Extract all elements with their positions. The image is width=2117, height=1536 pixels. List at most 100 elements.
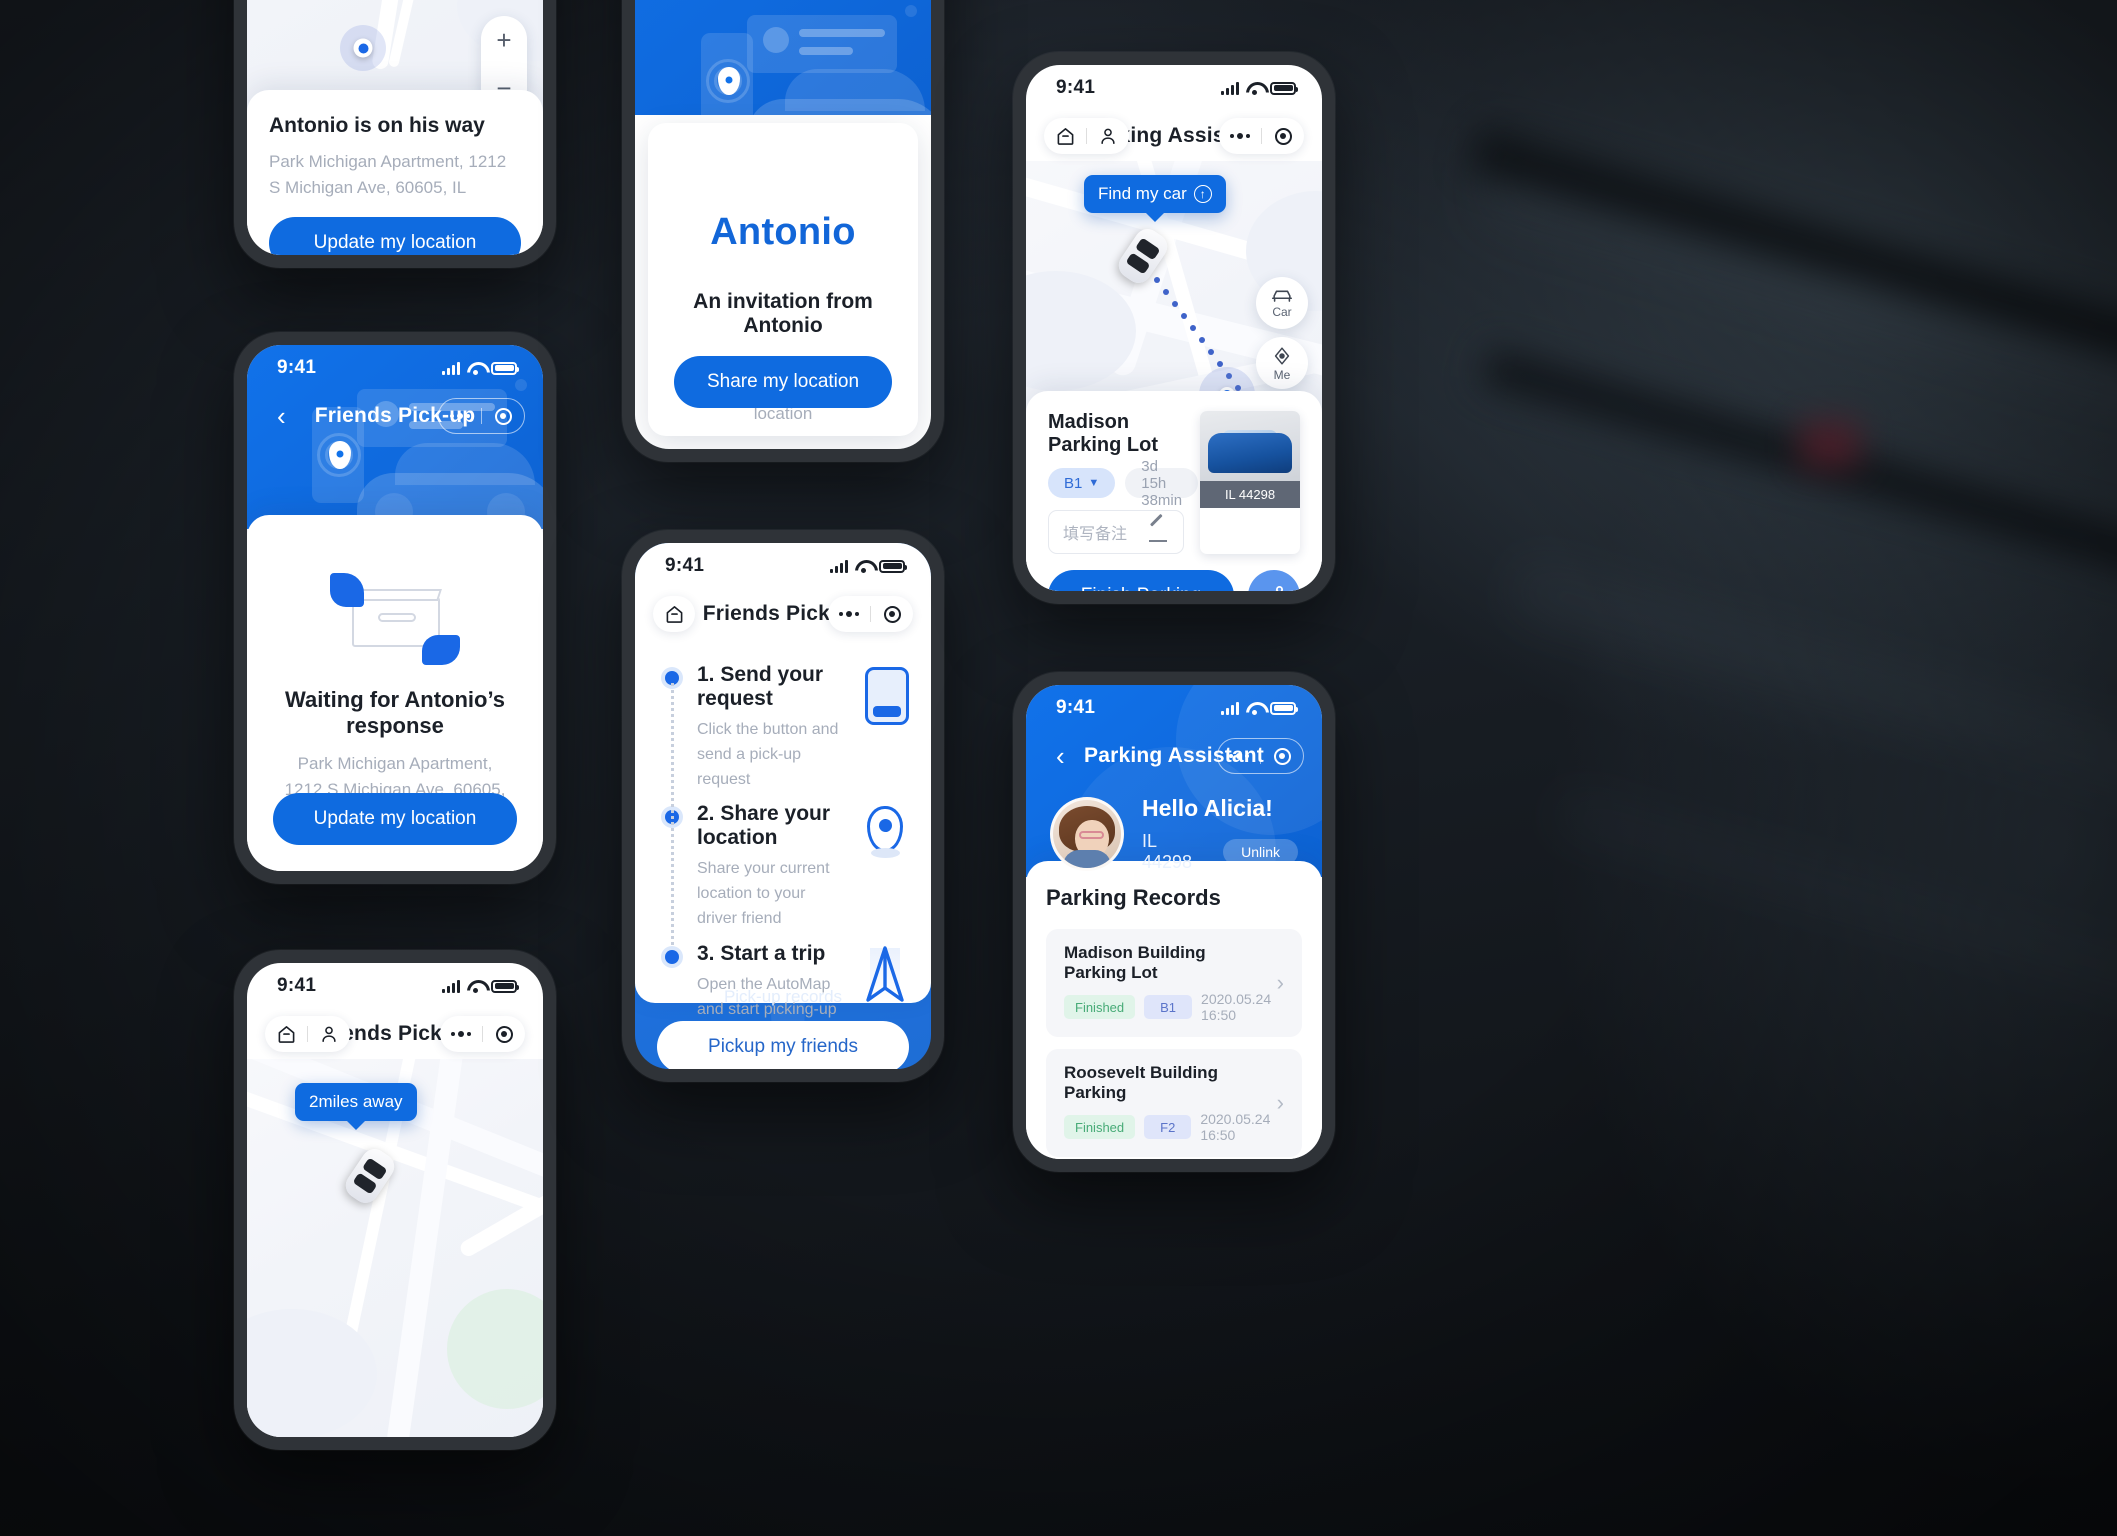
back-icon[interactable]: ‹	[1044, 743, 1077, 769]
home-button[interactable]	[265, 1025, 307, 1043]
nav-left-actions[interactable]	[265, 1016, 350, 1052]
steps-card: 9:41 Friends Pick-up 1. Send your reques…	[635, 543, 931, 1067]
parking-detail-sheet: Madison Parking Lot B1 ▼ 3d 15h 38min 填写…	[1026, 391, 1322, 591]
status-bar: 9:41	[247, 345, 543, 391]
pickup-my-friends-button[interactable]: Pickup my friends	[657, 1021, 909, 1069]
distance-bubble: 2miles away	[295, 1083, 417, 1121]
waiting-card: Waiting for Antonio’s response Park Mich…	[247, 515, 543, 871]
profile-button[interactable]	[308, 1025, 350, 1043]
record-status: Finished	[1064, 1115, 1136, 1139]
more-options-button[interactable]	[1219, 133, 1261, 139]
profile-button[interactable]	[1087, 127, 1129, 145]
location-pin-icon	[861, 806, 909, 868]
update-my-location-button[interactable]: Update my location	[269, 217, 521, 255]
more-dots-icon	[1230, 133, 1250, 139]
phone-tracking: + − Antonio is on his way Park Michigan …	[234, 0, 556, 268]
tracking-title: Antonio is on his way	[269, 114, 485, 137]
recenter-button[interactable]	[482, 407, 524, 425]
target-icon	[883, 605, 901, 623]
status-time: 9:41	[277, 975, 317, 996]
target-icon	[494, 407, 512, 425]
nav-left-actions[interactable]	[1044, 118, 1129, 154]
hero-illustration-waiting: 9:41 ‹ Friends Pick-up	[247, 345, 543, 529]
status-bar: 9:41	[635, 543, 931, 589]
step-description: Click the button and send a pick-up requ…	[697, 721, 839, 788]
target-icon	[495, 1025, 513, 1043]
status-time: 9:41	[1056, 697, 1096, 718]
more-options-button[interactable]	[1218, 753, 1260, 759]
nav-bar-nearby: Friends Pick-up	[247, 1009, 543, 1059]
nav-actions[interactable]	[1219, 118, 1304, 154]
step-description: Share your current location to your driv…	[697, 860, 830, 927]
finish-parking-button[interactable]: Finish Parking	[1048, 570, 1234, 591]
more-dots-icon	[839, 611, 859, 617]
battery-icon	[491, 361, 519, 375]
edit-pencil-icon[interactable]	[1149, 522, 1169, 542]
records-sheet: Parking Records Madison Building Parking…	[1026, 861, 1322, 1159]
more-options-button[interactable]	[828, 611, 870, 617]
profile-plate: IL 44298	[1142, 831, 1193, 872]
nav-bar-steps: Friends Pick-up	[635, 589, 931, 639]
waiting-title: Waiting for Antonio’s response	[285, 687, 505, 738]
vehicle-card[interactable]: IL 44298	[1200, 411, 1300, 554]
update-my-location-button[interactable]: Update my location	[273, 793, 517, 845]
car-fab-button[interactable]: Car	[1256, 277, 1308, 329]
back-icon[interactable]: ‹	[265, 403, 298, 429]
zoom-in-button[interactable]: +	[481, 16, 527, 64]
nav-actions[interactable]	[440, 1016, 525, 1052]
record-name: Madison Building Parking Lot	[1064, 943, 1206, 982]
home-icon	[278, 1026, 294, 1043]
unlink-button[interactable]: Unlink	[1223, 839, 1298, 865]
me-fab-label: Me	[1273, 367, 1291, 382]
wifi-icon	[1246, 702, 1263, 715]
target-icon	[1273, 747, 1291, 765]
signal-icon	[830, 559, 848, 573]
record-row[interactable]: Roosevelt Building Parking Finished F2 2…	[1046, 1049, 1302, 1157]
nav-actions[interactable]	[828, 596, 913, 632]
map-nearby[interactable]: 2miles away	[247, 1059, 543, 1437]
home-icon	[1057, 128, 1073, 145]
share-my-location-button[interactable]: Share my location	[674, 356, 892, 408]
plate-number: IL 44298	[1200, 481, 1300, 508]
profile-header: 9:41 ‹ Parking Assistant Hello Alicia! I…	[1026, 685, 1322, 877]
record-level: F2	[1144, 1115, 1192, 1139]
record-status: Finished	[1064, 995, 1136, 1019]
step-connector	[671, 683, 674, 945]
step-item: 2. Share your location Share your curren…	[665, 802, 909, 931]
signal-icon	[442, 361, 460, 375]
record-date: 2020.05.24 16:50	[1201, 991, 1272, 1023]
step-bullet-icon	[665, 949, 679, 964]
more-options-button[interactable]	[439, 413, 481, 419]
more-dots-icon	[451, 1031, 471, 1037]
phone-icon	[865, 667, 909, 725]
home-button[interactable]	[653, 596, 695, 632]
recenter-button[interactable]	[483, 1025, 525, 1043]
car-fab-label: Car	[1272, 305, 1292, 319]
inviter-name: Antonio	[710, 211, 856, 253]
share-icon	[1275, 586, 1283, 591]
recenter-button[interactable]	[1261, 747, 1303, 765]
nav-bar-records: ‹ Parking Assistant	[1026, 731, 1322, 781]
pickup-records-link[interactable]: Pick-up records	[657, 977, 909, 1021]
share-button[interactable]	[1248, 570, 1300, 591]
nav-actions[interactable]	[1217, 738, 1304, 774]
home-button[interactable]	[1044, 127, 1086, 145]
tracking-card: Antonio is on his way Park Michigan Apar…	[247, 90, 543, 255]
note-input[interactable]: 填写备注	[1048, 510, 1184, 554]
me-fab-button[interactable]: Me	[1256, 337, 1308, 389]
record-row[interactable]: Madison Building Parking Lot Finished B1…	[1046, 929, 1302, 1037]
steps-footer: Pick-up records Pickup my friends	[635, 977, 931, 1069]
vehicle-photo	[1200, 411, 1300, 481]
nav-actions[interactable]	[438, 398, 525, 434]
level-selector[interactable]: B1 ▼	[1048, 468, 1116, 498]
recenter-button[interactable]	[871, 605, 913, 623]
wifi-icon	[1246, 82, 1263, 95]
recenter-button[interactable]	[1262, 127, 1304, 145]
distance-label: 2miles away	[309, 1092, 403, 1111]
duration-badge: 3d 15h 38min	[1125, 458, 1199, 509]
more-options-button[interactable]	[440, 1031, 482, 1037]
record-name: Roosevelt Building Parking	[1064, 1063, 1218, 1102]
phone-nearby: 9:41 Friends Pick-up 2miles away	[234, 950, 556, 1450]
chevron-right-icon: ›	[1276, 1090, 1284, 1115]
signal-icon	[1221, 81, 1239, 95]
